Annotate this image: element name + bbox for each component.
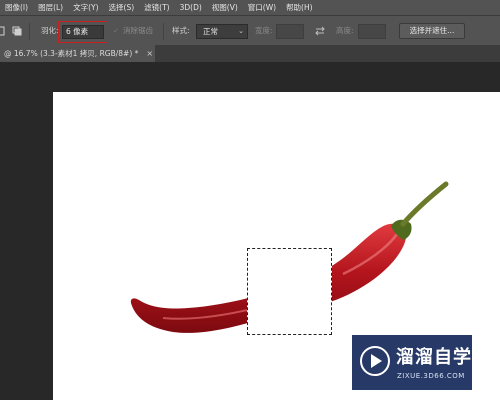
watermark-title: 溜溜自学	[396, 347, 472, 368]
document-tab-label: @ 16.7% (3.3-素材1 拷贝, RGB/8#) *	[4, 49, 139, 58]
menu-image[interactable]: 图像(I)	[0, 0, 33, 15]
divider	[163, 23, 164, 40]
menu-window[interactable]: 窗口(W)	[243, 0, 281, 15]
chevron-down-icon: ⌄	[238, 27, 244, 35]
menu-filter[interactable]: 滤镜(T)	[139, 0, 174, 15]
document-tab[interactable]: @ 16.7% (3.3-素材1 拷贝, RGB/8#) * ×	[0, 45, 155, 62]
menu-view[interactable]: 视图(V)	[207, 0, 243, 15]
menu-3d[interactable]: 3D(D)	[175, 0, 207, 15]
options-bar: 羽化: 6 像素 ✓ 消除锯齿 样式: 正常 ⌄ 宽度: 高度: 选择并遮住..…	[0, 15, 500, 45]
menu-type[interactable]: 文字(Y)	[68, 0, 103, 15]
height-input[interactable]	[358, 24, 386, 39]
style-label: 样式:	[172, 26, 190, 35]
feather-label: 羽化:	[41, 26, 59, 35]
select-and-mask-button[interactable]: 选择并遮住...	[399, 23, 465, 39]
document-tab-bar: @ 16.7% (3.3-素材1 拷贝, RGB/8#) * ×	[0, 45, 500, 62]
watermark-url: ZIXUE.3D66.COM	[397, 372, 465, 380]
antialias-checkbox[interactable]: ✓	[113, 28, 120, 35]
intersect-selection-icon[interactable]	[12, 26, 22, 36]
style-value: 正常	[203, 27, 218, 36]
antialias-label: 消除锯齿	[123, 26, 153, 35]
width-label: 宽度:	[255, 26, 273, 35]
watermark: 溜溜自学 ZIXUE.3D66.COM	[352, 335, 472, 390]
menu-help[interactable]: 帮助(H)	[281, 0, 318, 15]
close-icon[interactable]: ×	[146, 49, 153, 58]
subtract-selection-icon[interactable]	[0, 26, 10, 36]
menu-select[interactable]: 选择(S)	[104, 0, 140, 15]
menu-layer[interactable]: 图层(L)	[33, 0, 68, 15]
divider	[29, 23, 30, 40]
swap-icon[interactable]	[314, 25, 326, 37]
menu-bar: 图像(I) 图层(L) 文字(Y) 选择(S) 滤镜(T) 3D(D) 视图(V…	[0, 0, 500, 15]
feather-input[interactable]: 6 像素	[62, 25, 104, 39]
width-input[interactable]	[276, 24, 304, 39]
play-logo-icon	[360, 346, 390, 376]
height-label: 高度:	[336, 26, 354, 35]
style-select[interactable]: 正常 ⌄	[196, 24, 248, 39]
marquee-selection[interactable]	[247, 248, 332, 335]
